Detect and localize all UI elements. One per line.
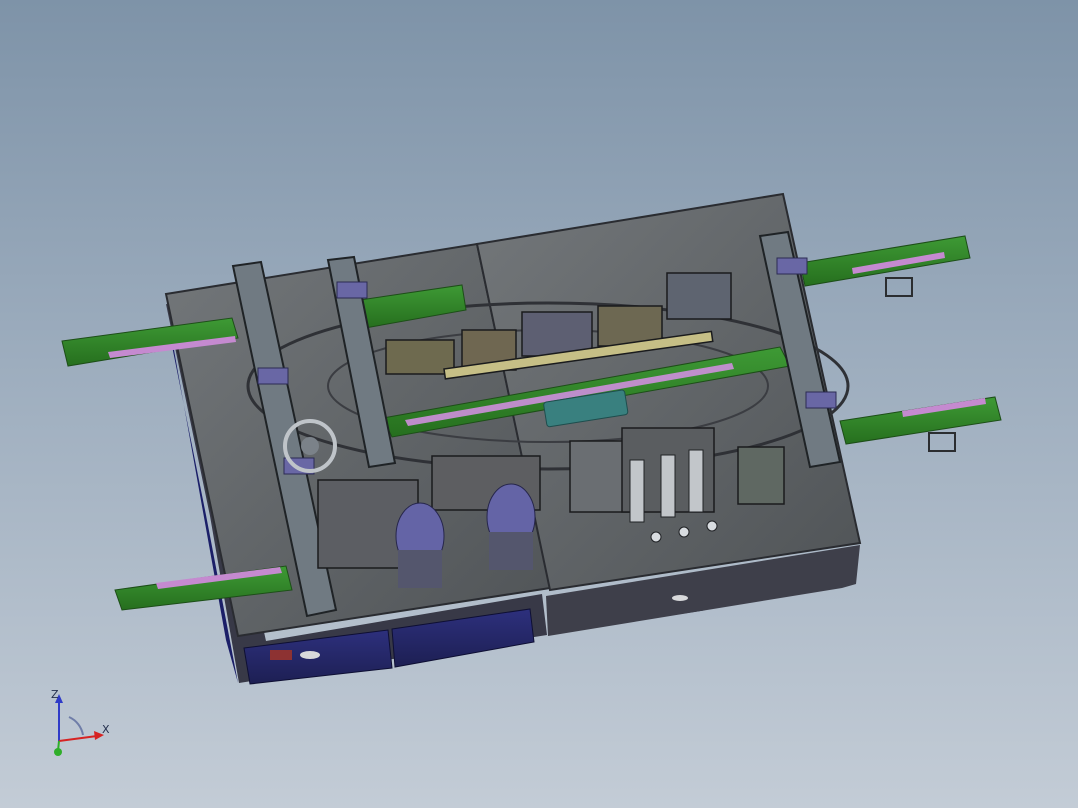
front-handle-right	[672, 595, 688, 601]
coordinate-triad: Z X	[36, 684, 126, 774]
z-axis-label: Z	[51, 688, 59, 701]
right-tray-lower	[928, 432, 956, 452]
graphics-viewport[interactable]: Z X	[0, 0, 1078, 808]
machine-assembly[interactable]	[0, 0, 1078, 808]
gantry-carriage-5	[805, 391, 837, 409]
gantry-carriage-3	[336, 281, 368, 299]
x-axis-label: X	[102, 723, 110, 736]
right-tray-upper	[885, 277, 913, 297]
front-handle-left	[300, 651, 320, 659]
left-turntable-hub	[301, 437, 319, 455]
gantry-carriage-1	[257, 367, 289, 385]
gantry-carriage-4	[776, 257, 808, 275]
coordinate-axis-icon	[54, 694, 104, 756]
front-control-box	[270, 650, 292, 660]
